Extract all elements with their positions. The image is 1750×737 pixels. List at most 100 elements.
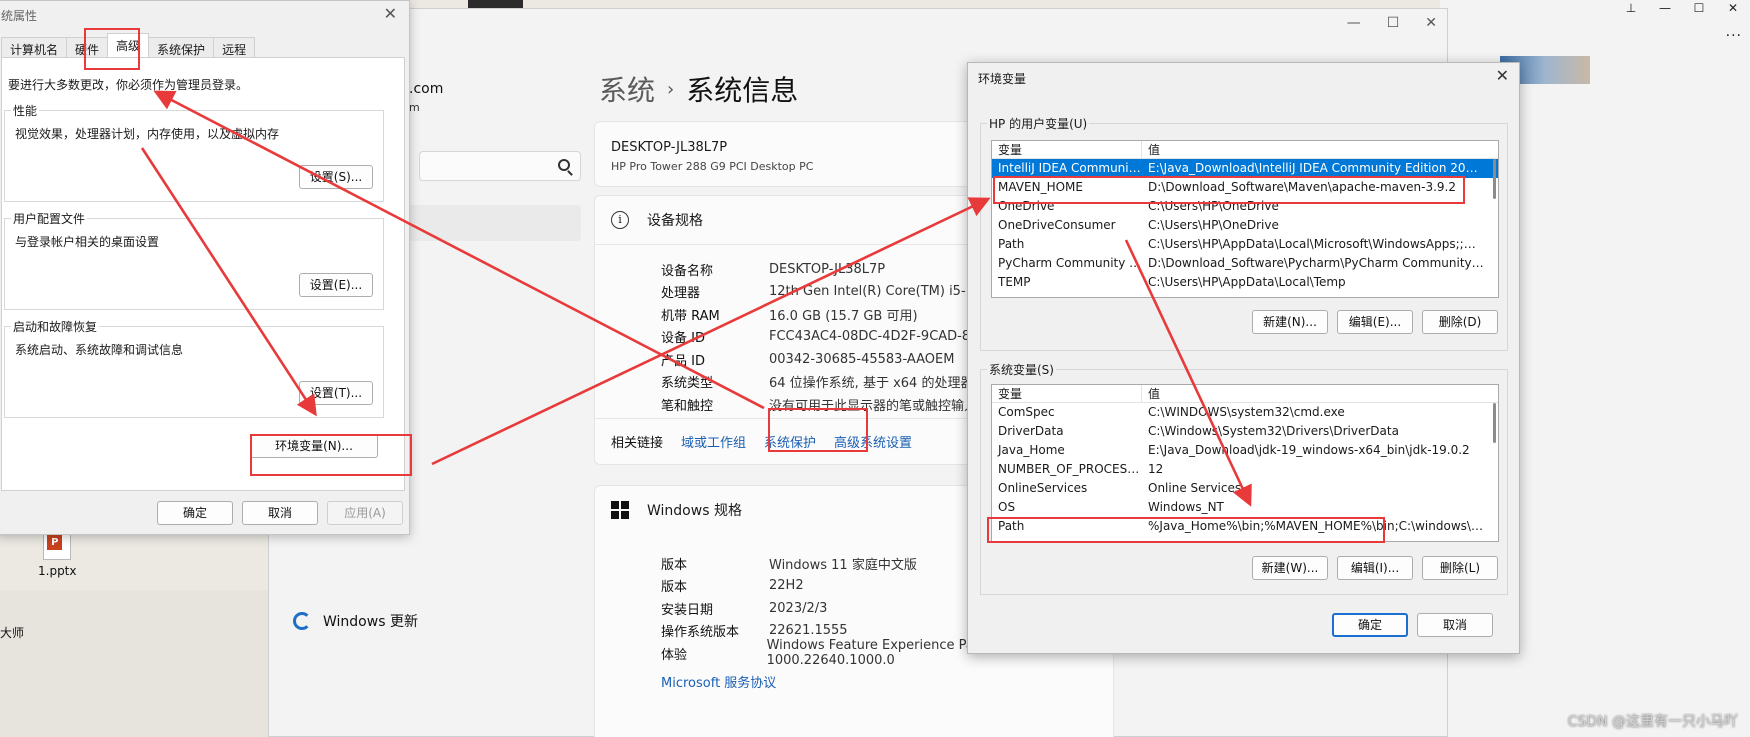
variable-name: PyCharm Community Editi... [998,256,1142,270]
device-name: DESKTOP-JL38L7P [611,140,728,155]
spec-value: 64 位操作系统, 基于 x64 的处理器 [769,376,974,392]
ok-button[interactable]: 确定 [1332,613,1408,637]
group-user-profiles: 用户配置文件 与登录帐户相关的桌面设置 设置(E)... [4,210,384,310]
column-header-value[interactable]: 值 [1142,141,1160,158]
system-edit-button[interactable]: 编辑(I)... [1337,556,1413,580]
device-model: HP Pro Tower 288 G9 PCI Desktop PC [611,160,814,173]
table-row[interactable]: OneDriveConsumer C:\Users\HP\OneDrive [992,216,1498,235]
annotation-box-advanced-settings-link [768,408,868,452]
group-title: 系统变量(S) [987,361,1056,378]
group-title: 启动和故障恢复 [11,318,100,335]
spec-key: 体验 [661,647,688,663]
desktop-icon-app[interactable]: 大师 [0,594,24,641]
dialog-title: 环境变量 [978,72,1027,86]
scrollbar[interactable] [1493,403,1496,443]
link-microsoft-service-agreement[interactable]: Microsoft 服务协议 [661,672,776,691]
section-title: Windows 规格 [647,503,742,519]
spec-value: Windows 11 家庭中文版 [769,557,917,573]
nav-item-label: Windows 更新 [323,614,418,630]
variable-name: Java_Home [998,443,1065,457]
table-row[interactable]: Java_Home E:\Java_Download\jdk-19_windows… [992,441,1498,460]
spec-key: 系统类型 [661,376,714,392]
startup-recovery-settings-button[interactable]: 设置(T)... [299,381,373,405]
variable-name: OneDriveConsumer [998,218,1116,232]
variable-value: C:\Users\HP\AppData\Local\Temp [1148,275,1346,289]
system-variables-group: 系统变量(S) 变量 值 ComSpec C:\WINDOWS\system32\… [980,361,1508,595]
user-variables-group: HP 的用户变量(U) 变量 值 IntelliJ IDEA Community… [980,115,1508,351]
spec-key: 操作系统版本 [661,625,740,641]
group-description: 系统启动、系统故障和调试信息 [15,343,184,357]
table-row[interactable]: OnlineServices Online Services [992,479,1498,498]
settings-search-input[interactable] [419,151,581,181]
dialog-title: 统属性 [1,9,38,23]
nav-item-windows-update[interactable]: Windows 更新 [293,611,418,631]
scrollbar[interactable] [1493,159,1496,199]
spec-key: 处理器 [661,286,701,302]
link-domain-workgroup[interactable]: 域或工作组 [681,432,746,451]
settings-window-controls: — ☐ ✕ [1347,15,1437,31]
variable-name: ComSpec [998,405,1055,419]
variable-name: DriverData [998,424,1064,438]
tab-system-protection[interactable]: 系统保护 [148,37,215,57]
user-new-button[interactable]: 新建(N)... [1252,310,1328,334]
apply-button[interactable]: 应用(A) [327,501,403,525]
cancel-button[interactable]: 取消 [1417,613,1493,637]
variable-value: C:\WINDOWS\system32\cmd.exe [1148,405,1345,419]
table-row[interactable]: Path C:\Users\HP\AppData\Local\Microsoft\… [992,235,1498,254]
close-button[interactable]: ✕ [1716,0,1750,16]
user-edit-button[interactable]: 编辑(E)... [1337,310,1413,334]
table-row[interactable]: PyCharm Community Editi... D:\Download_So… [992,254,1498,273]
column-header-variable[interactable]: 变量 [992,141,1142,158]
windows-spec-header[interactable]: Windows 规格 [611,500,742,520]
minimize-button[interactable]: — [1347,15,1361,31]
cancel-button[interactable]: 取消 [242,501,318,525]
watermark: CSDN @这里有一只小马吖 [1567,714,1738,730]
device-spec-header[interactable]: i 设备规格 [611,210,703,230]
maximize-button[interactable]: ☐ [1387,15,1400,31]
variable-value: C:\Users\HP\AppData\Local\Microsoft\Wind… [1148,237,1498,251]
desktop-strip [0,590,270,737]
more-options-icon[interactable]: ... [1726,24,1742,40]
close-button[interactable]: ✕ [1496,66,1509,85]
system-delete-button[interactable]: 删除(L) [1422,556,1498,580]
annotation-box-maven-home [993,176,1465,204]
system-new-button[interactable]: 新建(W)... [1252,556,1328,580]
group-title: HP 的用户变量(U) [987,115,1090,132]
desktop-icon-pptx[interactable]: P 1.pptx [38,530,77,578]
user-profiles-settings-button[interactable]: 设置(E)... [299,273,373,297]
column-header-variable[interactable]: 变量 [992,385,1142,402]
group-description: 与登录帐户相关的桌面设置 [15,235,160,249]
search-icon[interactable] [558,159,570,171]
user-delete-button[interactable]: 删除(D) [1422,310,1498,334]
variable-value: E:\Java_Download\jdk-19_windows-x64_bin\… [1148,443,1470,457]
performance-settings-button[interactable]: 设置(S)... [299,165,373,189]
taskbar-fragment [468,0,523,8]
group-title: 用户配置文件 [11,210,88,227]
spec-key: 设备 ID [661,331,705,347]
breadcrumb-parent[interactable]: 系统 [599,69,655,109]
table-header: 变量 值 [992,385,1498,403]
variable-value: Online Services [1148,481,1242,495]
minimize-button[interactable]: — [1648,0,1682,16]
variable-name: TEMP [998,275,1031,289]
table-row[interactable]: TEMP C:\Users\HP\AppData\Local\Temp [992,273,1498,292]
maximize-button[interactable]: ☐ [1682,0,1716,16]
spec-key: 设备名称 [661,263,714,279]
column-header-value[interactable]: 值 [1142,385,1160,402]
tab-remote[interactable]: 远程 [213,37,256,57]
ok-button[interactable]: 确定 [157,501,233,525]
table-row[interactable]: NUMBER_OF_PROCESSORS 12 [992,460,1498,479]
user-variables-table: 变量 值 IntelliJ IDEA Community E...E:\Java… [991,140,1499,298]
table-header: 变量 值 [992,141,1498,159]
table-row[interactable]: DriverData C:\Windows\System32\Drivers\Dr… [992,422,1498,441]
background-app-controls: ⊥ — ☐ ✕ [1614,0,1750,16]
table-row[interactable]: OS Windows_NT [992,498,1498,517]
pin-icon[interactable]: ⊥ [1614,0,1648,16]
close-button[interactable]: ✕ [1425,15,1437,31]
table-row[interactable]: ComSpec C:\WINDOWS\system32\cmd.exe [992,403,1498,422]
tab-computer-name[interactable]: 计算机名 [1,37,68,57]
close-button[interactable]: ✕ [384,4,397,23]
spec-value: DESKTOP-JL38L7P [769,261,886,277]
variable-name: OS [998,500,1016,514]
related-links-label: 相关链接 [611,436,664,451]
